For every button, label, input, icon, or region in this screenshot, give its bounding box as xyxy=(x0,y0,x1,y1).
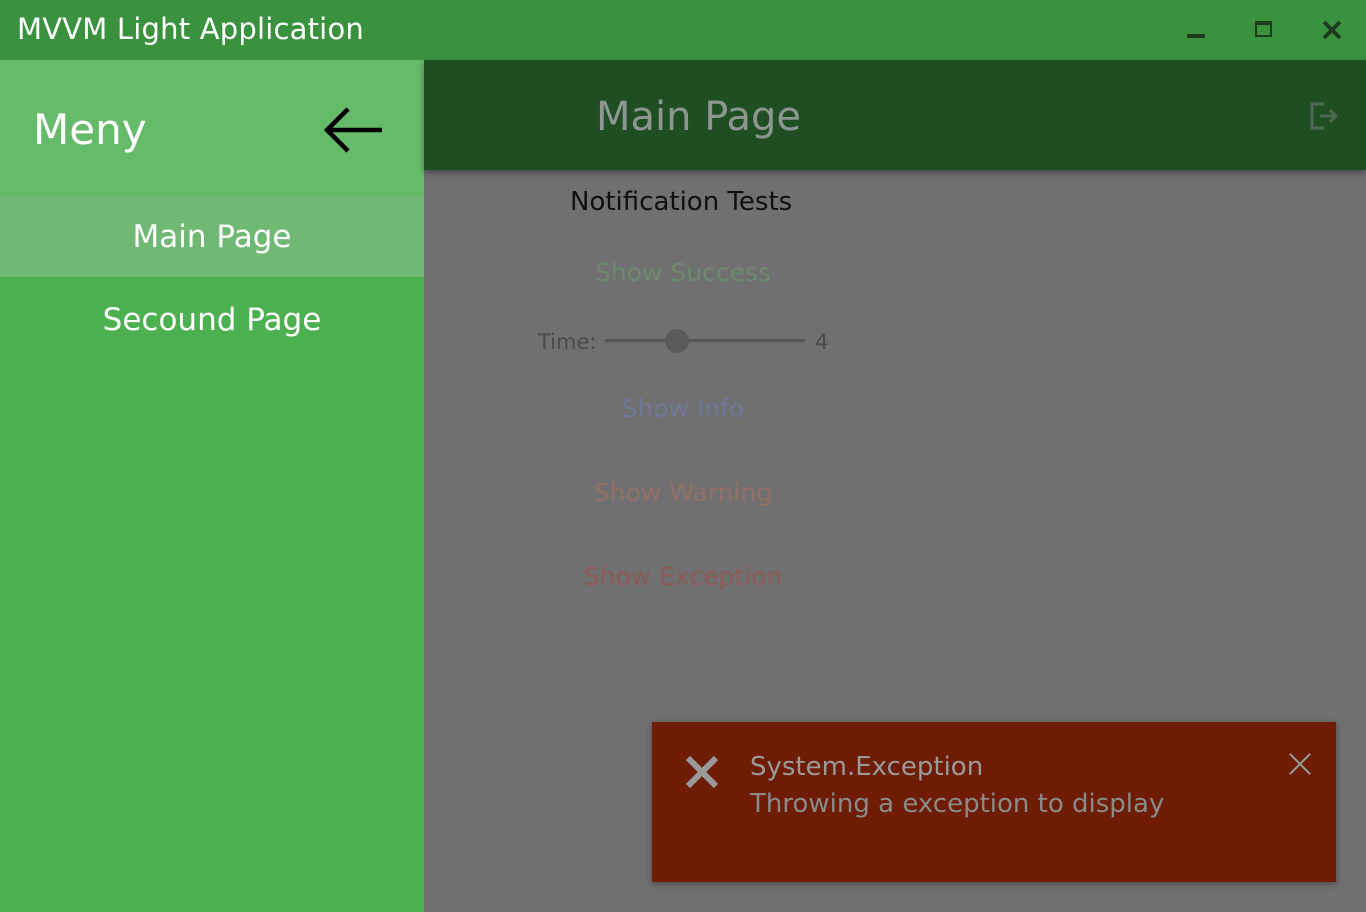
toast-message: Throwing a exception to display xyxy=(750,789,1165,819)
section-title: Notification Tests xyxy=(570,187,793,217)
toast-title: System.Exception xyxy=(750,752,984,782)
close-icon xyxy=(1322,20,1342,40)
slider-thumb[interactable] xyxy=(665,329,689,353)
arrow-left-icon xyxy=(323,107,382,153)
logout-button[interactable] xyxy=(1308,100,1340,132)
slider-track xyxy=(605,339,805,342)
close-button[interactable] xyxy=(1315,15,1349,45)
exception-toast: System.Exception Throwing a exception to… xyxy=(652,722,1336,882)
page-title: Main Page xyxy=(596,94,802,140)
show-success-button[interactable]: Show Success xyxy=(424,256,942,290)
show-info-button[interactable]: Show Info xyxy=(424,392,942,426)
minimize-button[interactable] xyxy=(1179,15,1213,45)
toast-close-button[interactable] xyxy=(1288,752,1312,776)
close-icon xyxy=(1289,753,1311,775)
sidebar-item-label: Secound Page xyxy=(102,302,322,338)
time-value: 4 xyxy=(815,330,829,354)
x-icon xyxy=(685,755,719,789)
back-button[interactable] xyxy=(322,104,386,156)
sidebar-item-label: Main Page xyxy=(132,219,292,255)
show-warning-button[interactable]: Show Warning xyxy=(424,476,942,510)
sidebar-item-secound-page[interactable]: Secound Page xyxy=(0,280,424,362)
time-slider[interactable] xyxy=(605,327,805,357)
maximize-button[interactable] xyxy=(1246,15,1280,45)
window-title: MVVM Light Application xyxy=(17,12,364,46)
time-label: Time: xyxy=(538,330,597,354)
maximize-icon xyxy=(1255,21,1272,37)
show-exception-button[interactable]: Show Exception xyxy=(424,560,942,594)
sidebar-title: Meny xyxy=(33,105,147,154)
minimize-icon xyxy=(1187,34,1205,38)
sidebar: Meny Main Page Secound Page xyxy=(0,60,424,912)
page-header: Main Page xyxy=(424,60,1366,170)
logout-icon xyxy=(1310,102,1339,130)
sidebar-item-main-page[interactable]: Main Page xyxy=(0,197,424,277)
sidebar-header: Meny xyxy=(0,60,424,197)
title-bar: MVVM Light Application xyxy=(0,0,1366,60)
